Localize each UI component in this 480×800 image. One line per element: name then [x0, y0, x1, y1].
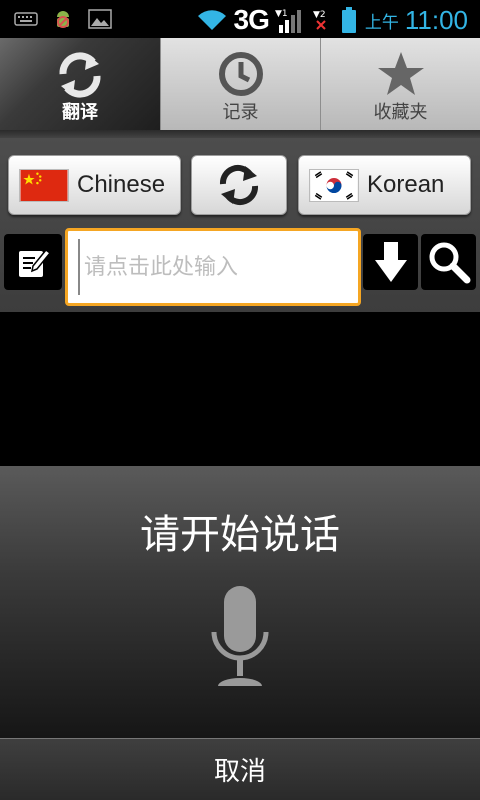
swap-arrows-icon — [219, 164, 259, 206]
clock-time: 11:00 — [404, 4, 468, 35]
korea-flag-icon — [309, 168, 359, 202]
translate-text-input[interactable] — [78, 239, 348, 295]
status-bar: 3G ▼1 ▼2 上午 11:00 — [0, 0, 480, 38]
star-icon — [377, 52, 424, 95]
tab-bar: 翻译 记录 收藏夹 — [0, 38, 480, 130]
keyboard-icon — [14, 12, 38, 26]
android-debug-icon — [57, 11, 69, 28]
microphone-icon[interactable] — [208, 584, 272, 690]
text-input-box[interactable] — [65, 228, 361, 306]
voice-prompt-title: 请开始说话 — [140, 512, 340, 558]
china-flag-icon — [19, 168, 69, 202]
signal-icon: ▼1 — [275, 9, 301, 33]
voice-input-dialog: 请开始说话 — [0, 466, 480, 738]
tab-translate[interactable]: 翻译 — [0, 38, 160, 130]
swap-languages-button[interactable] — [191, 155, 287, 215]
cancel-button[interactable]: 取消 — [0, 738, 480, 800]
clock-icon — [218, 52, 263, 96]
network-type-label: 3G — [233, 4, 270, 35]
tab-history-label: 记录 — [222, 102, 259, 123]
refresh-icon — [59, 52, 101, 98]
svg-text:▼2: ▼2 — [313, 10, 326, 20]
tab-history[interactable]: 记录 — [160, 38, 320, 130]
source-language-label: Chinese — [77, 171, 166, 198]
sim2-no-signal-icon: ▼2 — [313, 10, 326, 30]
result-area — [0, 312, 480, 468]
ampm-label: 上午 — [364, 12, 399, 33]
search-icon — [429, 242, 470, 284]
battery-icon — [341, 7, 356, 33]
translate-panel: Chinese Korean — [0, 138, 480, 312]
image-icon — [88, 9, 112, 29]
edit-note-icon — [19, 248, 51, 277]
tab-favorites-label: 收藏夹 — [373, 102, 428, 123]
arrow-down-icon — [374, 242, 407, 282]
source-language-button[interactable]: Chinese — [8, 155, 181, 215]
tab-translate-label: 翻译 — [62, 102, 98, 123]
status-bar-notifications — [14, 8, 112, 30]
target-language-label: Korean — [367, 171, 445, 198]
svg-text:▼1: ▼1 — [275, 9, 288, 19]
status-bar-system: 3G ▼1 ▼2 上午 11:00 — [196, 4, 468, 36]
target-language-button[interactable]: Korean — [298, 155, 471, 215]
tab-favorites[interactable]: 收藏夹 — [320, 38, 480, 130]
edit-button[interactable] — [4, 234, 62, 290]
search-button[interactable] — [421, 234, 476, 290]
download-button[interactable] — [363, 234, 418, 290]
wifi-icon — [197, 10, 226, 30]
